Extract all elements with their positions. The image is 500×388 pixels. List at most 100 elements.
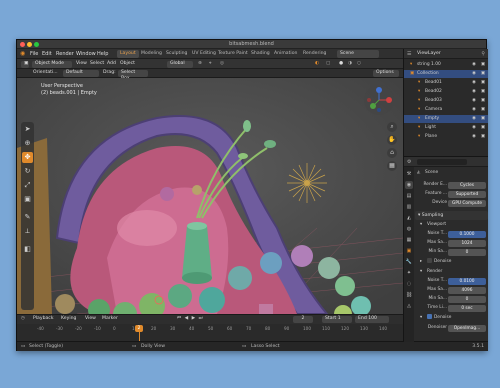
tab-animation[interactable]: Animation — [271, 50, 300, 58]
modifier-tab-icon[interactable]: 🔧 — [405, 258, 413, 266]
outliner-row[interactable]: ▾ Bead03 ◉ ▣ — [404, 97, 488, 105]
tab-sculpting[interactable]: Sculpting — [163, 50, 190, 58]
menu-help[interactable]: Help — [97, 51, 108, 57]
tab-layout[interactable]: Layout — [117, 50, 139, 58]
outliner-row[interactable]: ▾ Bead02 ◉ ▣ — [404, 88, 488, 96]
playback-controls[interactable]: ⏮ ◀ ▶ ⏭ — [177, 316, 204, 323]
menu-view[interactable]: View — [76, 61, 87, 68]
menu-select[interactable]: Select — [90, 61, 104, 68]
current-frame-field[interactable]: 2 — [293, 316, 313, 323]
add-cube-tool-icon[interactable]: ◧ — [22, 244, 33, 255]
cursor-tool-icon[interactable]: ⊕ — [22, 138, 33, 149]
visibility-eye-icon[interactable]: ◉ — [472, 61, 476, 69]
render-min-samples-field[interactable]: 0 — [448, 295, 486, 303]
tab-shading[interactable]: Shading — [248, 50, 273, 58]
menu-file[interactable]: File — [30, 51, 38, 57]
overlays-icon[interactable]: ◐ — [315, 61, 319, 68]
3d-viewport[interactable]: User Perspective (2) beads.001 | Empty ➤… — [17, 78, 403, 314]
render-camera-icon[interactable]: ▣ — [481, 106, 485, 114]
tool-tab-icon[interactable]: ⚒ — [405, 170, 413, 178]
menu-window[interactable]: Window — [76, 51, 96, 57]
tab-modeling[interactable]: Modeling — [138, 50, 165, 58]
properties-editor-icon[interactable]: ⚙ — [407, 159, 411, 165]
render-engine-dropdown[interactable]: Cycles — [448, 181, 486, 189]
drag-dropdown[interactable]: Select Box — [118, 70, 148, 81]
viewport-min-samples-field[interactable]: 0 — [448, 248, 486, 256]
visibility-eye-icon[interactable]: ◉ — [472, 106, 476, 114]
end-frame-field[interactable]: End 100 — [355, 316, 389, 323]
xray-icon[interactable]: ▢ — [326, 61, 330, 68]
snap-icon[interactable]: ⌖ — [209, 61, 212, 68]
move-tool-icon[interactable]: ✥ — [22, 152, 33, 163]
render-camera-icon[interactable]: ▣ — [481, 61, 485, 69]
proportional-edit-icon[interactable]: ◎ — [220, 61, 224, 68]
visibility-eye-icon[interactable]: ◉ — [472, 97, 476, 105]
render-camera-icon[interactable]: ▣ — [481, 124, 485, 132]
tab-texture-paint[interactable]: Texture Paint — [215, 50, 251, 58]
view-layer-tab-icon[interactable]: ▥ — [405, 203, 413, 211]
scale-tool-icon[interactable]: ⤢ — [22, 180, 33, 191]
shading-solid-icon[interactable]: ● — [339, 61, 343, 68]
menu-add[interactable]: Add — [107, 61, 116, 68]
start-frame-field[interactable]: Start 1 — [322, 316, 352, 323]
render-camera-icon[interactable]: ▣ — [481, 70, 485, 78]
visibility-eye-icon[interactable]: ◉ — [472, 79, 476, 87]
pivot-icon[interactable]: ⊕ — [198, 61, 202, 68]
menu-object[interactable]: Object — [120, 61, 135, 68]
timeline-track[interactable]: -40-30-20-100102030405060708090100110120… — [17, 324, 403, 342]
object-tab-icon[interactable]: ▣ — [405, 247, 413, 255]
constraints-tab-icon[interactable]: ⛓ — [405, 291, 413, 299]
camera-view-icon[interactable]: ⌂ — [387, 148, 397, 158]
outliner-row[interactable]: ▾ string 1.00 ◉ ▣ — [404, 61, 488, 69]
annotate-tool-icon[interactable]: ✎ — [22, 212, 33, 223]
render-noise-field[interactable]: 0.0100 — [448, 277, 486, 285]
blender-logo-icon[interactable]: ◉ — [20, 50, 25, 57]
playhead[interactable]: 2 — [135, 325, 143, 332]
render-tab-icon[interactable]: ◉ — [405, 181, 413, 189]
tab-rendering[interactable]: Rendering — [300, 50, 329, 58]
options-dropdown[interactable]: Options — [373, 70, 399, 77]
filter-icon[interactable]: ⚲ — [481, 51, 485, 57]
editor-type-icon[interactable]: ▣ — [21, 61, 29, 68]
transform-tool-icon[interactable]: ▣ — [22, 194, 33, 205]
outliner-row[interactable]: ▾ Camera ◉ ▣ — [404, 106, 488, 114]
physics-tab-icon[interactable]: ◌ — [405, 280, 413, 288]
render-subsection[interactable]: ▾ Render — [415, 268, 488, 276]
menu-render[interactable]: Render — [56, 51, 74, 57]
viewport-noise-field[interactable]: 0.1000 — [448, 230, 486, 238]
properties-search[interactable] — [417, 159, 467, 165]
outliner-row[interactable]: ▾ Plane ◉ ▣ — [404, 133, 488, 141]
time-limit-field[interactable]: 0 sec — [448, 304, 486, 312]
visibility-eye-icon[interactable]: ◉ — [472, 70, 476, 78]
pan-view-icon[interactable]: ✋ — [387, 135, 397, 145]
denoiser-dropdown[interactable]: OpenImag... — [448, 324, 486, 332]
view-layer-label[interactable]: ViewLayer — [417, 51, 441, 56]
menu-keying[interactable]: Keying — [61, 316, 76, 323]
outliner-row[interactable]: ▾ Light ◉ ▣ — [404, 124, 488, 132]
render-max-samples-field[interactable]: 4096 — [448, 286, 486, 294]
viewport-subsection[interactable]: ▾ Viewport — [415, 221, 488, 229]
mode-selector[interactable]: Object Mode — [32, 61, 72, 68]
device-dropdown[interactable]: GPU Compute — [448, 199, 486, 207]
sampling-section[interactable]: ▾ Sampling — [415, 211, 488, 220]
zoom-view-icon[interactable]: ⌕ — [387, 122, 397, 132]
output-tab-icon[interactable]: ▤ — [405, 192, 413, 200]
visibility-eye-icon[interactable]: ◉ — [472, 133, 476, 141]
visibility-eye-icon[interactable]: ◉ — [472, 124, 476, 132]
ortho-toggle-icon[interactable]: ▦ — [387, 161, 397, 171]
render-camera-icon[interactable]: ▣ — [481, 79, 485, 87]
data-tab-icon[interactable]: ◬ — [405, 302, 413, 310]
feature-set-dropdown[interactable]: Supported — [448, 190, 486, 198]
outliner-row[interactable]: ▾ Bead01 ◉ ▣ — [404, 79, 488, 87]
render-denoise-row[interactable]: ▾ Denoise — [415, 314, 488, 322]
select-tool-icon[interactable]: ➤ — [22, 124, 33, 135]
scene-tab-icon[interactable]: ◭ — [405, 214, 413, 222]
menu-edit[interactable]: Edit — [42, 51, 52, 57]
menu-marker[interactable]: Marker — [102, 316, 118, 323]
scene-selector[interactable]: Scene — [337, 50, 379, 58]
render-camera-icon[interactable]: ▣ — [481, 88, 485, 96]
render-camera-icon[interactable]: ▣ — [481, 97, 485, 105]
rotate-tool-icon[interactable]: ↻ — [22, 166, 33, 177]
timeline-editor-icon[interactable]: ◷ — [21, 316, 25, 323]
shading-rendered-icon[interactable]: ○ — [357, 61, 361, 68]
